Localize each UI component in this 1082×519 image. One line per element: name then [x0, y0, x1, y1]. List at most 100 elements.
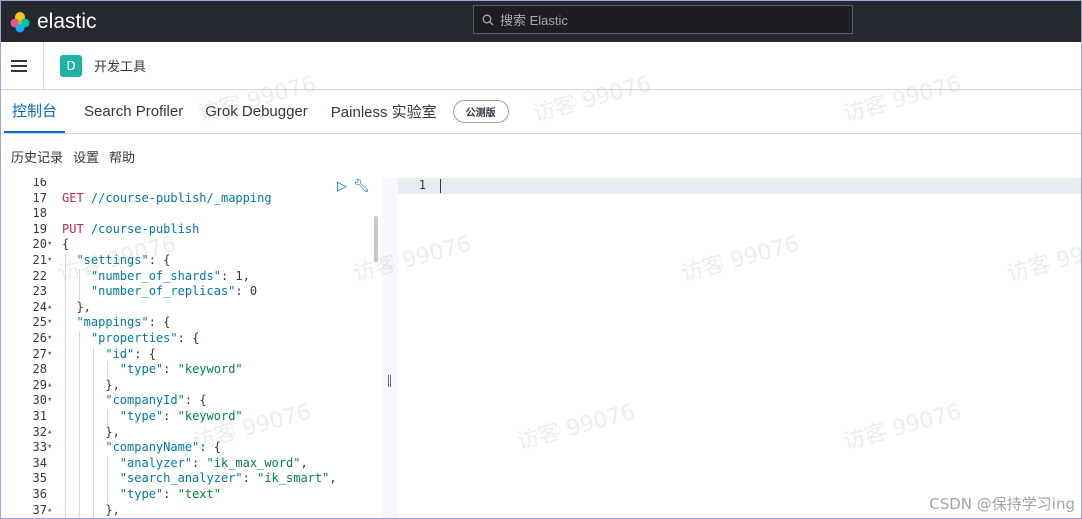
fold-collapse-icon[interactable]: ▾ [47, 440, 57, 456]
help-link[interactable]: 帮助 [109, 147, 135, 166]
search-placeholder: 搜索 Elastic [500, 13, 568, 28]
code-line[interactable]: 34 "analyzer": "ik_max_word", [1, 456, 383, 472]
line-number: 28 [32, 362, 47, 377]
fold-collapse-icon[interactable]: ▾ [47, 331, 57, 347]
play-icon[interactable]: ▷ [337, 179, 347, 194]
line-number: 22 [32, 268, 47, 283]
indent-guide [79, 268, 80, 300]
code-text: "settings": { [76, 253, 171, 267]
code-text: }, [105, 424, 120, 439]
editor-scrollbar[interactable] [374, 216, 378, 262]
fold-expand-icon[interactable]: ▴ [47, 378, 57, 394]
wrench-icon[interactable]: 🔧︎ [353, 179, 370, 194]
code-line[interactable]: 16 [1, 178, 383, 191]
global-search-input[interactable]: 搜索 Elastic [473, 5, 853, 34]
line-number: 17 [32, 190, 47, 205]
code-line[interactable]: 31 "type": "keyword" [1, 409, 383, 425]
line-number: 37 [32, 502, 47, 517]
code-text: "companyName": { [105, 440, 221, 455]
tab-painless-lab[interactable]: Painless 实验室 [323, 90, 445, 133]
app-window: elastic 搜索 Elastic D 开发工具 控制台 Search Pro… [0, 0, 1082, 519]
indent-guide [93, 346, 94, 518]
code-text: "type": "keyword" [119, 409, 243, 423]
indent-guide [65, 253, 66, 518]
code-text: "type": "text" [119, 487, 221, 501]
line-number: 31 [32, 409, 47, 423]
fold-collapse-icon[interactable]: ▾ [47, 253, 57, 269]
code-line[interactable]: 32 ▴ }, [1, 425, 383, 441]
code-line[interactable]: 25 ▾ "mappings": { [1, 315, 383, 331]
line-number: 34 [32, 455, 47, 470]
response-panel[interactable]: 1 [398, 178, 1081, 518]
elastic-logo[interactable]: elastic [9, 10, 97, 34]
code-line[interactable]: 29 ▴ }, [1, 378, 383, 394]
code-text: "number_of_replicas": 0 [90, 284, 258, 299]
code-line[interactable]: 35 "search_analyzer": "ik_smart", [1, 471, 383, 487]
breadcrumb: D 开发工具 [1, 41, 1081, 90]
editor-code[interactable]: 16 17 GET //course-publish/_mapping 18 19 PUT… [1, 178, 383, 518]
code-line[interactable]: 23 "number_of_replicas": 0 [1, 284, 383, 300]
indent-guide [107, 362, 108, 378]
line-number: 25 [32, 315, 47, 330]
dev-tools-tabs: 控制台 Search Profiler Grok Debugger Painle… [1, 90, 1081, 134]
code-text: "properties": { [90, 331, 200, 345]
panel-splitter[interactable] [383, 178, 398, 518]
tab-console[interactable]: 控制台 [4, 90, 66, 133]
line-number: 20 [32, 237, 47, 252]
beta-badge: 公测版 [452, 100, 509, 123]
code-text: }, [105, 377, 120, 392]
console-menu: 历史记录 设置 帮助 [1, 134, 1081, 178]
code-line[interactable]: 19 PUT /course-publish [1, 222, 383, 238]
output-line-number: 1 [418, 178, 426, 192]
code-text: "id": { [105, 346, 156, 361]
code-line[interactable]: 37 ▴ }, [1, 502, 383, 518]
request-actions: ▷ 🔧︎ [337, 179, 370, 194]
code-line[interactable]: 30 ▾ "companyId": { [1, 393, 383, 409]
history-link[interactable]: 历史记录 [11, 147, 63, 166]
settings-link[interactable]: 设置 [73, 147, 99, 166]
top-header: elastic 搜索 Elastic [1, 1, 1081, 42]
breadcrumb-current: 开发工具 [94, 60, 147, 75]
code-line[interactable]: 36 "type": "text" [1, 487, 383, 503]
code-line[interactable]: 22 "number_of_shards": 1, [1, 269, 383, 285]
line-number: 36 [32, 487, 47, 501]
fold-expand-icon[interactable]: ▴ [47, 503, 57, 518]
line-number: 21 [32, 253, 47, 267]
code-line[interactable]: 33 ▾ "companyName": { [1, 440, 383, 456]
brand-name: elastic [37, 9, 97, 33]
search-icon [482, 14, 494, 25]
code-text: "search_analyzer": "ik_smart", [119, 471, 337, 486]
code-text: PUT /course-publish [62, 221, 200, 236]
code-line[interactable]: 26 ▾ "properties": { [1, 331, 383, 347]
credit-text: CSDN @保持学习ing [929, 495, 1075, 513]
code-text: { [62, 237, 70, 252]
fold-expand-icon[interactable]: ▴ [47, 300, 57, 316]
code-line[interactable]: 17 GET //course-publish/_mapping [1, 191, 383, 207]
code-line[interactable]: 24 ▴ }, [1, 300, 383, 316]
menu-icon[interactable] [11, 59, 27, 72]
tab-search-profiler[interactable]: Search Profiler [76, 90, 191, 133]
divider [43, 41, 44, 90]
line-number: 16 [32, 178, 47, 189]
code-text: "analyzer": "ik_max_word", [119, 455, 308, 470]
resize-handle-icon[interactable] [388, 375, 391, 387]
line-number: 26 [32, 331, 47, 345]
fold-expand-icon[interactable]: ▴ [47, 425, 57, 441]
fold-collapse-icon[interactable]: ▾ [47, 393, 57, 409]
indent-guide [107, 409, 108, 425]
fold-collapse-icon[interactable]: ▾ [47, 315, 57, 331]
line-number: 35 [32, 471, 47, 486]
active-line [398, 178, 1081, 194]
code-line[interactable]: 18 [1, 206, 383, 222]
code-line[interactable]: 20 ▾ { [1, 237, 383, 253]
code-text: }, [105, 502, 120, 517]
line-number: 29 [32, 377, 47, 392]
space-avatar[interactable]: D [60, 54, 82, 77]
code-line[interactable]: 27 ▾ "id": { [1, 347, 383, 363]
code-line[interactable]: 21 ▾ "settings": { [1, 253, 383, 269]
fold-collapse-icon[interactable]: ▾ [47, 237, 57, 253]
fold-collapse-icon[interactable]: ▾ [47, 347, 57, 363]
tab-grok-debugger[interactable]: Grok Debugger [197, 90, 316, 133]
code-line[interactable]: 28 "type": "keyword" [1, 362, 383, 378]
request-editor[interactable]: 16 17 GET //course-publish/_mapping 18 19 PUT… [1, 178, 383, 518]
